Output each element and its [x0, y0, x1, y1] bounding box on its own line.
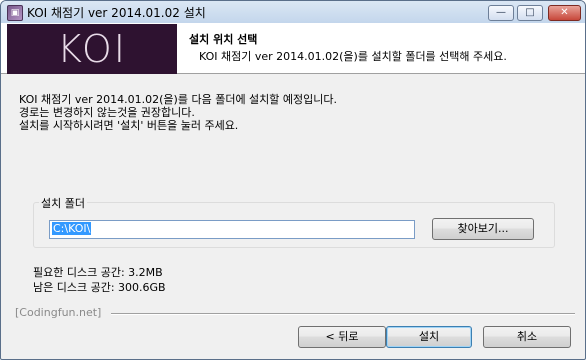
install-folder-label: 설치 폴더: [39, 195, 87, 211]
available-space: 남은 디스크 공간: 300.6GB: [33, 281, 166, 294]
close-button[interactable]: ✕: [548, 5, 581, 21]
intro-line: KOI 채점기 ver 2014.01.02(을)를 다음 폴더에 설치할 예정…: [19, 93, 338, 106]
disk-space-info: 필요한 디스크 공간: 3.2MB 남은 디스크 공간: 300.6GB: [33, 265, 166, 295]
intro-line: 설치를 시작하시려면 '설치' 버튼을 눌러 주세요.: [19, 119, 239, 132]
install-path-input[interactable]: C:\KOI\: [49, 220, 415, 239]
required-space: 필요한 디스크 공간: 3.2MB: [33, 266, 163, 279]
maximize-button[interactable]: □: [517, 5, 543, 21]
logo-text: KOI: [57, 27, 127, 71]
install-path-value: C:\KOI\: [52, 222, 92, 235]
back-button[interactable]: < 뒤로: [298, 326, 386, 348]
installer-window: ▣ KOI 채점기 ver 2014.01.02 설치 — □ ✕ KOI 설치…: [0, 0, 586, 360]
window-title: KOI 채점기 ver 2014.01.02 설치: [27, 6, 206, 20]
title-bar[interactable]: ▣ KOI 채점기 ver 2014.01.02 설치 — □ ✕: [1, 1, 585, 23]
maximize-icon: □: [525, 7, 535, 18]
app-icon[interactable]: ▣: [7, 5, 23, 21]
install-button[interactable]: 설치: [386, 326, 472, 348]
intro-line: 경로는 변경하지 않는것을 권장합니다.: [19, 106, 195, 119]
cancel-button[interactable]: 취소: [483, 326, 571, 348]
minimize-icon: —: [496, 7, 506, 18]
close-icon: ✕: [560, 7, 569, 18]
brand-label: [Codingfun.net]: [15, 306, 102, 319]
page-subtitle: KOI 채점기 ver 2014.01.02(을)를 설치할 폴더를 선택해 주…: [199, 50, 507, 63]
page-title: 설치 위치 선택: [189, 33, 258, 46]
footer-divider: [111, 313, 575, 315]
koi-logo: KOI: [7, 24, 177, 74]
minimize-button[interactable]: —: [488, 5, 514, 21]
browse-button[interactable]: 찾아보기...: [432, 218, 534, 240]
intro-text: KOI 채점기 ver 2014.01.02(을)를 다음 폴더에 설치할 예정…: [19, 93, 337, 132]
